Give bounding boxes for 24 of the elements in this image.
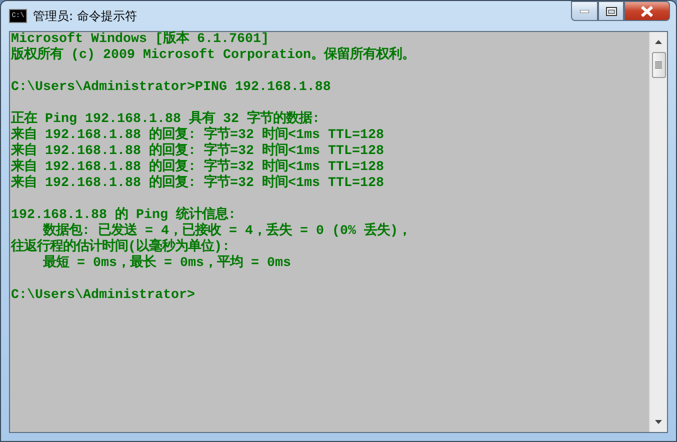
close-icon xyxy=(640,6,654,16)
console-line: 数据包: 已发送 = 4，已接收 = 4，丢失 = 0 (0% 丢失)， xyxy=(42,224,412,239)
scroll-up-icon[interactable] xyxy=(655,40,662,44)
console-line: 版权所有 (c) 2009 Microsoft Corporation。保留所有权利。 xyxy=(11,48,416,64)
console-line: C:\Users\Administrator>PING 192.168.1.88 xyxy=(11,80,332,96)
console-line: 来自 192.168.1.88 的回复: 字节=32 时间<1ms TTL=128 xyxy=(11,128,385,143)
console-line: 最短 = 0ms，最长 = 0ms，平均 = 0ms xyxy=(42,256,292,272)
minimize-button[interactable] xyxy=(571,1,598,21)
console-line: 192.168.1.88 的 Ping 统计信息: xyxy=(11,208,237,223)
close-button[interactable] xyxy=(624,1,670,21)
console-line: Microsoft Windows [版本 6.1.7601] xyxy=(11,32,270,47)
console-line: 正在 Ping 192.168.1.88 具有 32 字节的数据: xyxy=(11,112,321,127)
vertical-scrollbar[interactable] xyxy=(649,32,667,432)
console-line: 来自 192.168.1.88 的回复: 字节=32 时间<1ms TTL=128 xyxy=(11,176,385,192)
scroll-down-icon[interactable] xyxy=(655,420,662,424)
maximize-icon xyxy=(606,6,616,16)
window-title: 管理员: 命令提示符 xyxy=(33,8,138,24)
console-line: 来自 192.168.1.88 的回复: 字节=32 时间<1ms TTL=128 xyxy=(11,160,385,175)
scroll-thumb[interactable] xyxy=(652,52,666,78)
maximize-button[interactable] xyxy=(598,1,624,21)
minimize-icon xyxy=(580,10,589,12)
console-line: C:\Users\Administrator> xyxy=(11,288,196,304)
console-line: 往返行程的估计时间(以毫秒为单位): xyxy=(11,240,230,255)
console-line: 来自 192.168.1.88 的回复: 字节=32 时间<1ms TTL=128 xyxy=(11,144,385,159)
